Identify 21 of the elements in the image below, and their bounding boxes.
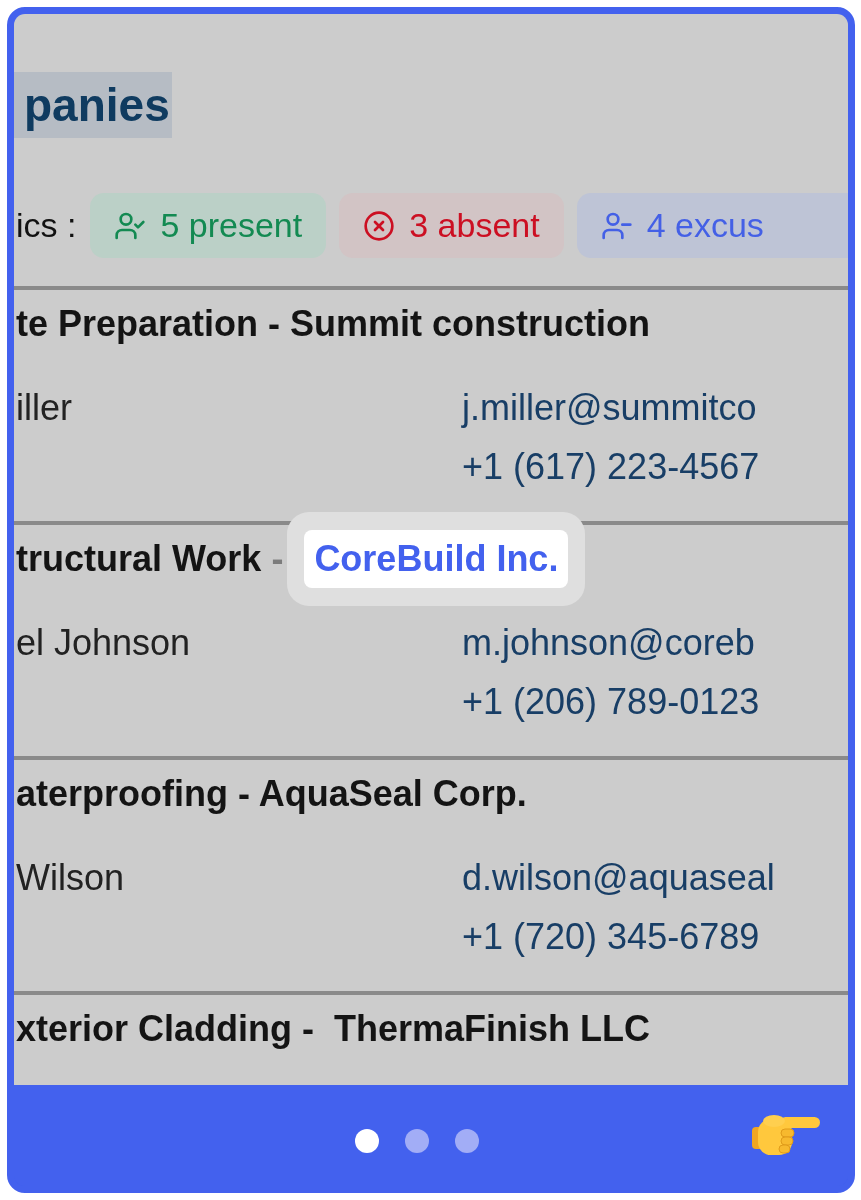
contact-phone: +1 (720) 345-6789 xyxy=(462,915,761,959)
contact-phone: +1 (617) 223-4567 xyxy=(462,445,760,489)
circle-x-icon xyxy=(363,209,396,242)
contact-email: m.johnson@coreb xyxy=(462,621,756,665)
contact-phone: +1 (206) 789-0123 xyxy=(462,680,760,724)
section-title: xterior Cladding - ThermaFinish LLC xyxy=(16,1009,651,1049)
chip-label: 4 excus xyxy=(646,205,764,246)
contact-name: iller xyxy=(16,386,73,430)
stats-label: ics : xyxy=(16,205,77,246)
title-separator: - xyxy=(271,539,284,579)
chip-label: 3 absent xyxy=(409,205,540,246)
section-title: te Preparation - Summit construction xyxy=(16,304,651,344)
page-heading: panies xyxy=(14,72,172,138)
chip-label: 5 present xyxy=(160,205,303,246)
section-title: tructural Work xyxy=(16,539,262,579)
contact-name: Wilson xyxy=(16,856,126,900)
section-title: aterproofing - AquaSeal Corp. xyxy=(16,774,527,814)
company-name: CoreBuild Inc. xyxy=(304,530,569,588)
contact-name: el Johnson xyxy=(16,621,192,665)
contact-email: j.miller@summitco xyxy=(462,386,758,430)
contact-email: d.wilson@aquaseal xyxy=(462,856,775,900)
